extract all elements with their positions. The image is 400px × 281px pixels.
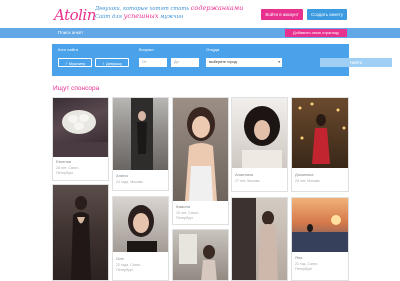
profile-info-line2: Петербург (176, 215, 194, 220)
profile-card[interactable]: Камила 19 лет, Санкт- Петербург (172, 97, 229, 225)
profile-card[interactable] (231, 197, 288, 281)
male-icon: ♂ (64, 61, 68, 66)
profile-name: Яна (295, 255, 303, 260)
profile-info: 28 лет, Санкт- Петербург (56, 166, 79, 175)
city-label: Откуда (206, 47, 220, 52)
profile-card[interactable]: Евгения 28 лет, Санкт- Петербург (52, 97, 109, 181)
nav-search-link[interactable]: Поиск анкет (58, 29, 83, 37)
profile-photo[interactable] (232, 98, 287, 168)
age-from-input[interactable]: От (139, 58, 167, 67)
flowers-photo-art (53, 110, 108, 157)
slogan-text-3: мужчин (160, 13, 184, 20)
slogan-text-2: Сайт для (95, 13, 122, 20)
slogan-highlight-2: успешных (123, 11, 159, 20)
profile-info: 24 года, Москва (116, 180, 143, 185)
age-to-input[interactable]: До (171, 58, 199, 67)
dark-hair-photo-art (242, 106, 282, 168)
profile-name: Алина (116, 173, 128, 178)
site-logo[interactable]: Atolin (54, 6, 96, 24)
profile-info-line2: Петербург (56, 170, 74, 175)
age-label: Возраст (139, 47, 154, 52)
create-profile-button[interactable]: Создать анкету (307, 9, 347, 20)
profile-name: Евгения (56, 159, 71, 164)
profile-card[interactable]: Яна 21 год, Санкт- Петербург (291, 197, 349, 281)
find-button[interactable]: Найти (320, 58, 392, 67)
profile-card[interactable]: Доминика 29 лет, Москва (291, 97, 349, 192)
site-header: Atolin Девушки, которые хотят стать соде… (0, 0, 400, 27)
portrait-photo-art (127, 205, 157, 252)
profile-card[interactable] (52, 184, 109, 281)
login-button[interactable]: Войти в аккаунт (261, 9, 303, 20)
brunette-photo-art (185, 107, 217, 201)
profile-info-line1: 19 лет, Санкт- (176, 211, 200, 215)
profile-info: 19 лет, Санкт- Петербург (176, 211, 199, 220)
interior-photo-art (179, 234, 217, 280)
chevron-down-icon: ▾ (278, 60, 280, 64)
slogan-highlight-1: содержанками (190, 4, 244, 12)
profile-info-line1: 24 года, Москва (116, 180, 143, 184)
profile-info: 21 год, Санкт- Петербург (295, 262, 318, 271)
girl-button-label: Девушку (106, 61, 122, 66)
profile-photo[interactable] (173, 230, 228, 280)
profile-photo[interactable] (53, 98, 108, 157)
who-label: Кого найти (58, 47, 78, 52)
profile-photo[interactable] (113, 197, 168, 252)
profile-name: Анжелика (235, 172, 254, 177)
profile-info-line1: 28 лет, Санкт- (56, 166, 80, 170)
profile-photo[interactable] (292, 198, 348, 252)
nav-bar: Поиск анкет Добавить свою страницу (0, 28, 400, 38)
site-slogan: Девушки, которые хотят стать содержанкам… (95, 5, 245, 20)
profile-photo[interactable] (173, 98, 228, 201)
profile-info-line1: 27 лет, Москва (235, 179, 260, 183)
profile-photo[interactable] (53, 185, 108, 280)
profile-info-line2: Петербург (295, 266, 313, 271)
profile-photo[interactable] (292, 98, 348, 168)
profile-card[interactable] (172, 229, 229, 281)
profile-photo[interactable] (232, 198, 287, 280)
female-icon: ♀ (102, 61, 105, 66)
profile-info-line1: 21 год, Санкт- (295, 262, 319, 266)
profile-card[interactable]: Алина 24 года, Москва (112, 97, 169, 191)
profile-info: 22 года, Санкт- Петербург (116, 263, 141, 272)
profile-card[interactable]: Анжелика 27 лет, Москва (231, 97, 288, 192)
profile-info-line1: 29 лет, Москва (295, 179, 320, 183)
mirror-selfie-photo-art (131, 98, 153, 170)
city-select-value: выберите город (209, 60, 237, 64)
profile-info: 29 лет, Москва (295, 179, 320, 184)
profile-card[interactable]: Оля 22 года, Санкт- Петербург (112, 196, 169, 281)
profile-name: Доминика (295, 172, 314, 177)
profile-info: 27 лет, Москва (235, 179, 260, 184)
profile-info-line2: Петербург (116, 267, 134, 272)
woman-photo-art (71, 196, 91, 280)
profile-photo[interactable] (113, 98, 168, 170)
girl-button[interactable]: ♀Девушку (95, 58, 129, 67)
add-page-button[interactable]: Добавить свою страницу (285, 29, 347, 37)
city-select[interactable]: выберите город ▾ (206, 58, 282, 67)
search-filter-panel: Кого найти ♂Мужчину ♀Девушку Возраст От … (52, 44, 392, 76)
sunset-photo-art (292, 215, 348, 252)
profile-info-line1: 22 года, Санкт- (116, 263, 142, 267)
man-button-label: Мужчину (68, 61, 86, 66)
profile-name: Камила (176, 204, 191, 209)
man-button[interactable]: ♂Мужчину (58, 58, 92, 67)
piano-photo-art (232, 198, 278, 280)
christmas-photo-art (298, 102, 346, 164)
section-title: Ищут спонсора (53, 85, 100, 92)
profile-name: Оля (116, 256, 124, 261)
